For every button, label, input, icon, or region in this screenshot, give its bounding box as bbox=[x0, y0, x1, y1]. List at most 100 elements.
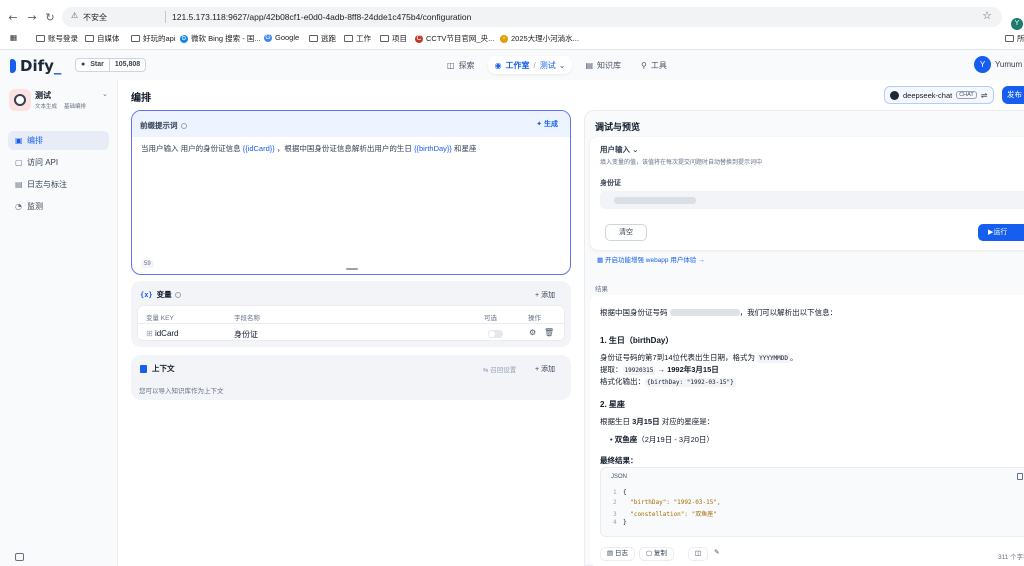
result-paragraph: 格式化输出： {birthDay: "1992-03-15"} bbox=[600, 376, 736, 387]
bing-icon: b bbox=[180, 34, 188, 43]
webapp-enhance-link[interactable]: ▦ 开启功能增强 webapp 用户体验 → bbox=[597, 254, 705, 264]
prompt-editor[interactable]: 前缀提示词 ✦ 生成 当用户输入 用户的身份证信息 {{idCard}} ，根据… bbox=[131, 110, 571, 275]
insecure-label[interactable]: 不安全 bbox=[83, 12, 107, 23]
forward-icon[interactable]: → bbox=[26, 12, 38, 24]
generate-button[interactable]: ✦ 生成 bbox=[536, 119, 558, 129]
sidebar-item-api[interactable]: ▢ 访问 API bbox=[8, 153, 109, 172]
chevron-down-icon[interactable]: ⌄ bbox=[102, 90, 108, 98]
workspace-label[interactable]: 测试 bbox=[540, 60, 556, 71]
variable-name[interactable]: 身份证 bbox=[234, 329, 258, 340]
id-card-input[interactable] bbox=[600, 191, 1024, 209]
code-text: "constellation": "双鱼座" bbox=[623, 511, 717, 518]
warning-icon[interactable]: ⚠ bbox=[71, 11, 78, 20]
preview-title: 调试与预览 bbox=[595, 122, 641, 132]
nav-explore[interactable]: ◫ 探索 bbox=[440, 56, 482, 74]
result-heading: 1. 生日（birthDay） bbox=[600, 336, 674, 345]
copy-icon[interactable] bbox=[1017, 473, 1023, 480]
publish-button[interactable]: 发布 bbox=[1002, 86, 1024, 104]
variable-key[interactable]: ⊞ idCard bbox=[146, 329, 179, 338]
bookmark-star-icon[interactable]: ☆ bbox=[982, 9, 992, 22]
resize-handle[interactable] bbox=[346, 268, 358, 270]
log-button[interactable]: ▤ 日志 bbox=[600, 547, 635, 561]
field-label: 身份证 bbox=[600, 180, 621, 187]
trash-icon[interactable]: 🗑 bbox=[544, 328, 554, 337]
column-header: 字段名称 bbox=[234, 315, 260, 322]
github-star-button[interactable]: ● Star 105,808 bbox=[75, 58, 147, 72]
model-name: deepseek-chat bbox=[903, 90, 953, 100]
run-button[interactable]: ▶运行 bbox=[978, 224, 1024, 241]
app-info-card[interactable]: 测试 ⌄ 文本生成 基础编排 bbox=[9, 88, 109, 114]
user-input-toggle[interactable]: 用户输入 ⌄ bbox=[600, 144, 638, 155]
nav-knowledge[interactable]: ▤ 知识库 bbox=[578, 56, 628, 74]
apps-grid-icon[interactable]: ▦ bbox=[10, 33, 17, 42]
edit-button[interactable]: ✎ bbox=[712, 547, 722, 561]
back-icon[interactable]: ← bbox=[7, 12, 19, 24]
bookmark-item[interactable]: 工作 bbox=[344, 33, 371, 44]
text-type-icon: ⊞ bbox=[146, 329, 155, 338]
bookmark-label: 账号登录 bbox=[48, 34, 78, 43]
help-icon[interactable] bbox=[174, 291, 181, 298]
dify-logo[interactable]: Dify_ bbox=[10, 57, 61, 75]
context-title: 上下文 bbox=[140, 363, 175, 374]
help-icon[interactable] bbox=[180, 123, 187, 129]
add-context-button[interactable]: + 添加 bbox=[535, 364, 555, 374]
settings-sliders-icon[interactable]: ⇌ bbox=[981, 91, 988, 100]
address-bar[interactable]: ⚠ 不安全 121.5.173.118:9627/app/42b08cf1-e0… bbox=[62, 7, 1002, 27]
collapse-sidebar-icon[interactable] bbox=[15, 553, 24, 561]
optional-toggle[interactable] bbox=[488, 330, 503, 338]
cctv-icon: C bbox=[415, 34, 423, 43]
bookmark-item[interactable]: 账号登录 bbox=[36, 33, 78, 44]
reload-icon[interactable]: ↻ bbox=[44, 12, 56, 24]
add-variable-button[interactable]: + 添加 bbox=[535, 290, 555, 300]
nav-tools[interactable]: ⚲ 工具 bbox=[634, 56, 674, 74]
github-star-label: Star bbox=[90, 61, 104, 68]
model-selector[interactable]: deepseek-chat CHAT ⇌ bbox=[884, 86, 994, 104]
bookmark-item[interactable]: 逃跑 bbox=[309, 33, 336, 44]
bookmark-label: 项目 bbox=[392, 34, 407, 43]
bookmark-item[interactable]: G Google bbox=[264, 33, 299, 42]
text: 根据中国身份证号码 bbox=[600, 308, 670, 317]
variable-icon: {x} bbox=[140, 290, 153, 299]
sidebar-item-label: 监测 bbox=[27, 202, 43, 211]
text: ，我们可以解析出以下信息： bbox=[739, 308, 838, 317]
bookmark-item[interactable]: 所 bbox=[1005, 33, 1024, 44]
copy-icon: ▢ bbox=[645, 550, 654, 557]
sidebar-item-monitor[interactable]: ◔ 监测 bbox=[8, 197, 109, 216]
folder-icon bbox=[36, 35, 45, 42]
sidebar-item-logs[interactable]: ▤ 日志与标注 bbox=[8, 175, 109, 194]
chevron-down-icon[interactable]: ⌄ bbox=[559, 61, 566, 70]
copy-button[interactable]: ▢ 复制 bbox=[638, 547, 674, 561]
page-title: 编排 bbox=[131, 93, 151, 104]
bookmark-item[interactable]: 项目 bbox=[380, 33, 407, 44]
user-name: Yumum bbox=[995, 60, 1023, 69]
user-input-card: 用户输入 ⌄ 填入变量的值，该值将在每次提交问题时自动替换到提示词中 身份证 清… bbox=[590, 137, 1024, 250]
prompt-segment: ，根据中国身份证信息解析出用户的生日 bbox=[274, 144, 414, 153]
bookmark-item[interactable]: 自媒体 bbox=[85, 33, 120, 44]
user-menu[interactable]: Y Yumum bbox=[974, 56, 1022, 73]
logo-mark bbox=[10, 59, 16, 73]
monitor-icon: ◔ bbox=[15, 202, 22, 211]
nav-studio[interactable]: ◉ 工作室 / 测试 ⌄ bbox=[487, 56, 573, 74]
avatar: Y bbox=[974, 56, 991, 73]
sidebar-item-orchestrate[interactable]: ▣ 编排 bbox=[8, 131, 109, 150]
prompt-text[interactable]: 当用户输入 用户的身份证信息 {{idCard}} ，根据中国身份证信息解析出用… bbox=[141, 143, 477, 154]
bookmark-item[interactable]: C CCTV节目官网_央... bbox=[415, 33, 494, 44]
recall-settings-button[interactable]: ⇆ 召回设置 bbox=[483, 364, 516, 374]
text: 根据生日 bbox=[600, 417, 633, 426]
sidebar-nav: ▣ 编排 ▢ 访问 API ▤ 日志与标注 ◔ 监测 bbox=[8, 131, 109, 219]
folder-icon bbox=[309, 35, 318, 42]
browser-profile-avatar[interactable]: Y bbox=[1011, 18, 1023, 30]
feedback-button[interactable]: ◫ bbox=[687, 547, 709, 561]
gear-icon[interactable]: ⚙ bbox=[529, 328, 536, 337]
list-item: • 双鱼座（2月19日 - 3月20日） bbox=[610, 434, 714, 445]
bookmarks-bar: ▦ 账号登录 自媒体 好玩的api b 微软 Bing 搜索 - 国... G Go… bbox=[0, 30, 1024, 48]
bookmark-label: 自媒体 bbox=[97, 34, 120, 43]
url-text[interactable]: 121.5.173.118:9627/app/42b08cf1-e0d0-4ad… bbox=[172, 12, 471, 22]
prompt-segment: 当用户输入 用户的身份证信息 bbox=[141, 144, 243, 153]
bookmark-item[interactable]: ◦ 2025大理小河淌水... bbox=[500, 33, 579, 44]
folder-icon bbox=[85, 35, 94, 42]
nav-label: 探索 bbox=[458, 60, 475, 70]
bookmark-item[interactable]: 好玩的api bbox=[131, 33, 176, 44]
clear-button[interactable]: 清空 bbox=[605, 224, 647, 241]
bookmark-item[interactable]: b 微软 Bing 搜索 - 国... bbox=[180, 33, 261, 44]
